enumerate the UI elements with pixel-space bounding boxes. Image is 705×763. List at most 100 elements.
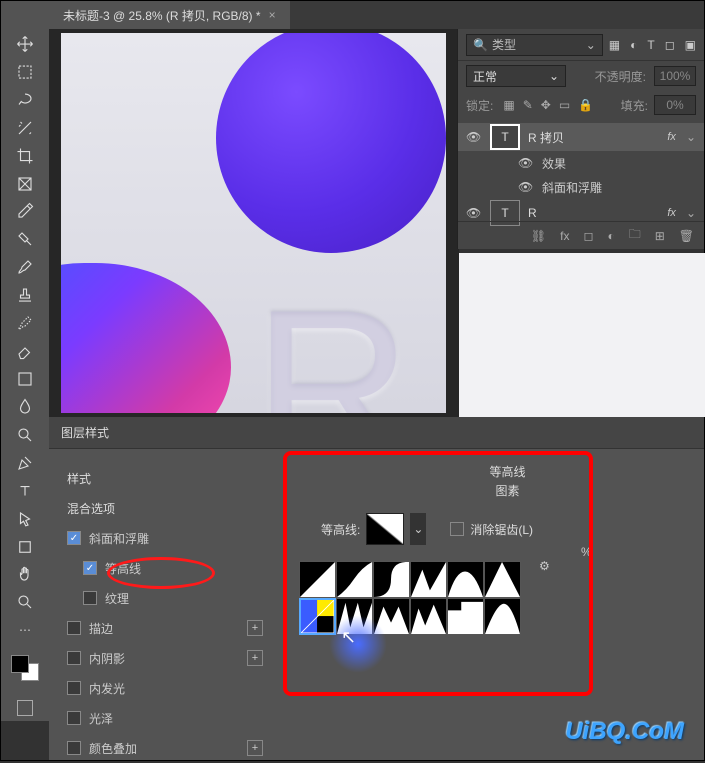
- hand-tool[interactable]: [9, 562, 41, 588]
- gradient-blob-graphic: [61, 263, 231, 413]
- filter-type-label: 类型: [492, 36, 516, 53]
- contour-preset[interactable]: [447, 561, 484, 598]
- canvas-image[interactable]: R: [61, 33, 446, 413]
- inner-glow-item[interactable]: 内发光: [49, 673, 281, 703]
- checkbox-icon[interactable]: [67, 741, 81, 755]
- color-swatches[interactable]: [9, 653, 41, 683]
- group-icon[interactable]: 🗀: [629, 225, 641, 246]
- fill-value[interactable]: 0%: [654, 95, 696, 115]
- move-tool[interactable]: [9, 31, 41, 57]
- contour-preset[interactable]: [410, 561, 447, 598]
- close-tab-icon[interactable]: ×: [269, 8, 276, 22]
- visibility-icon[interactable]: 👁: [518, 156, 534, 170]
- quickmask-toggle[interactable]: [9, 695, 41, 721]
- visibility-icon[interactable]: 👁: [466, 130, 482, 144]
- frame-tool[interactable]: [9, 171, 41, 197]
- link-layers-icon[interactable]: ⛓: [531, 229, 546, 243]
- lock-brush-icon[interactable]: ✎: [523, 98, 533, 112]
- satin-item[interactable]: 光泽: [49, 703, 281, 733]
- marquee-tool[interactable]: [9, 59, 41, 85]
- dodge-tool[interactable]: [9, 422, 41, 448]
- lasso-tool[interactable]: [9, 87, 41, 113]
- contour-preset[interactable]: [336, 598, 373, 635]
- opacity-value[interactable]: 100%: [654, 66, 696, 86]
- fx-badge[interactable]: fx: [667, 207, 676, 219]
- chevron-down-icon[interactable]: ⌄: [686, 130, 696, 144]
- contour-preset[interactable]: [373, 598, 410, 635]
- color-overlay-item[interactable]: 颜色叠加+: [49, 733, 281, 763]
- add-icon[interactable]: +: [247, 650, 263, 666]
- adjustment-layer-icon[interactable]: ◐: [607, 229, 614, 243]
- checkbox-icon[interactable]: [67, 651, 81, 665]
- visibility-icon[interactable]: 👁: [518, 180, 534, 194]
- gradient-tool[interactable]: [9, 366, 41, 392]
- type-tool[interactable]: [9, 478, 41, 504]
- checkbox-icon[interactable]: [67, 681, 81, 695]
- delete-layer-icon[interactable]: 🗑: [679, 229, 694, 243]
- bevel-item[interactable]: ✓斜面和浮雕: [49, 523, 281, 553]
- contour-preset[interactable]: [336, 561, 373, 598]
- tools-toolbar: ⋯: [1, 1, 49, 721]
- layer-row[interactable]: 👁 T R 拷贝 fx ⌄: [458, 123, 704, 151]
- wand-tool[interactable]: [9, 115, 41, 141]
- bevel-effect-row[interactable]: 👁 斜面和浮雕: [458, 175, 704, 199]
- gear-icon[interactable]: ⚙: [539, 559, 550, 573]
- contour-item[interactable]: ✓等高线: [49, 553, 281, 583]
- layer-mask-icon[interactable]: ◻: [583, 229, 593, 243]
- crop-tool[interactable]: [9, 143, 41, 169]
- checkbox-on-icon[interactable]: ✓: [83, 561, 97, 575]
- checkbox-on-icon[interactable]: ✓: [67, 531, 81, 545]
- antialias-checkbox[interactable]: [450, 522, 464, 536]
- checkbox-icon[interactable]: [67, 711, 81, 725]
- add-icon[interactable]: +: [247, 740, 263, 756]
- filter-adjust-icon[interactable]: ◐: [630, 38, 637, 52]
- path-select-tool[interactable]: [9, 506, 41, 532]
- filter-smart-icon[interactable]: ▣: [685, 38, 696, 52]
- layer-thumb[interactable]: T: [490, 124, 520, 150]
- pen-tool[interactable]: [9, 450, 41, 476]
- filter-type-icon[interactable]: T: [647, 38, 654, 52]
- contour-preset[interactable]: [373, 561, 410, 598]
- edit-toolbar[interactable]: ⋯: [9, 617, 41, 643]
- styles-heading[interactable]: 样式: [49, 463, 281, 493]
- zoom-tool[interactable]: [9, 589, 41, 615]
- lock-position-icon[interactable]: ✥: [541, 98, 551, 112]
- brush-tool[interactable]: [9, 254, 41, 280]
- layer-filter-select[interactable]: 🔍 类型 ⌄: [466, 34, 603, 56]
- blur-tool[interactable]: [9, 394, 41, 420]
- heal-tool[interactable]: [9, 226, 41, 252]
- stamp-tool[interactable]: [9, 282, 41, 308]
- eraser-tool[interactable]: [9, 338, 41, 364]
- stroke-item[interactable]: 描边+: [49, 613, 281, 643]
- filter-shape-icon[interactable]: ◻: [665, 38, 675, 52]
- document-tab[interactable]: 未标题-3 @ 25.8% (R 拷贝, RGB/8) * ×: [49, 1, 290, 29]
- checkbox-icon[interactable]: [67, 621, 81, 635]
- history-brush-tool[interactable]: [9, 310, 41, 336]
- checkbox-icon[interactable]: [83, 591, 97, 605]
- contour-dropdown[interactable]: ⌄: [410, 513, 426, 545]
- texture-item[interactable]: 纹理: [49, 583, 281, 613]
- lock-artboard-icon[interactable]: ▭: [559, 98, 570, 112]
- fx-badge[interactable]: fx: [667, 131, 676, 143]
- filter-image-icon[interactable]: ▦: [609, 38, 620, 52]
- add-icon[interactable]: +: [247, 620, 263, 636]
- visibility-icon[interactable]: 👁: [466, 206, 482, 220]
- contour-preset[interactable]: [299, 561, 336, 598]
- contour-preset[interactable]: [484, 598, 521, 635]
- blend-mode-select[interactable]: 正常 ⌄: [466, 65, 566, 87]
- contour-preset-selected[interactable]: [299, 598, 336, 635]
- eyedropper-tool[interactable]: [9, 199, 41, 225]
- contour-preview[interactable]: [366, 513, 404, 545]
- rectangle-tool[interactable]: [9, 534, 41, 560]
- layer-fx-icon[interactable]: fx: [560, 229, 569, 243]
- contour-preset[interactable]: [410, 598, 447, 635]
- lock-all-icon[interactable]: 🔒: [578, 98, 593, 112]
- contour-preset[interactable]: [447, 598, 484, 635]
- effects-row[interactable]: 👁 效果: [458, 151, 704, 175]
- blend-options-item[interactable]: 混合选项: [49, 493, 281, 523]
- chevron-down-icon[interactable]: ⌄: [686, 206, 696, 220]
- contour-preset[interactable]: [484, 561, 521, 598]
- new-layer-icon[interactable]: ⊞: [655, 229, 665, 243]
- inner-shadow-item[interactable]: 内阴影+: [49, 643, 281, 673]
- lock-pixels-icon[interactable]: ▦: [503, 98, 514, 112]
